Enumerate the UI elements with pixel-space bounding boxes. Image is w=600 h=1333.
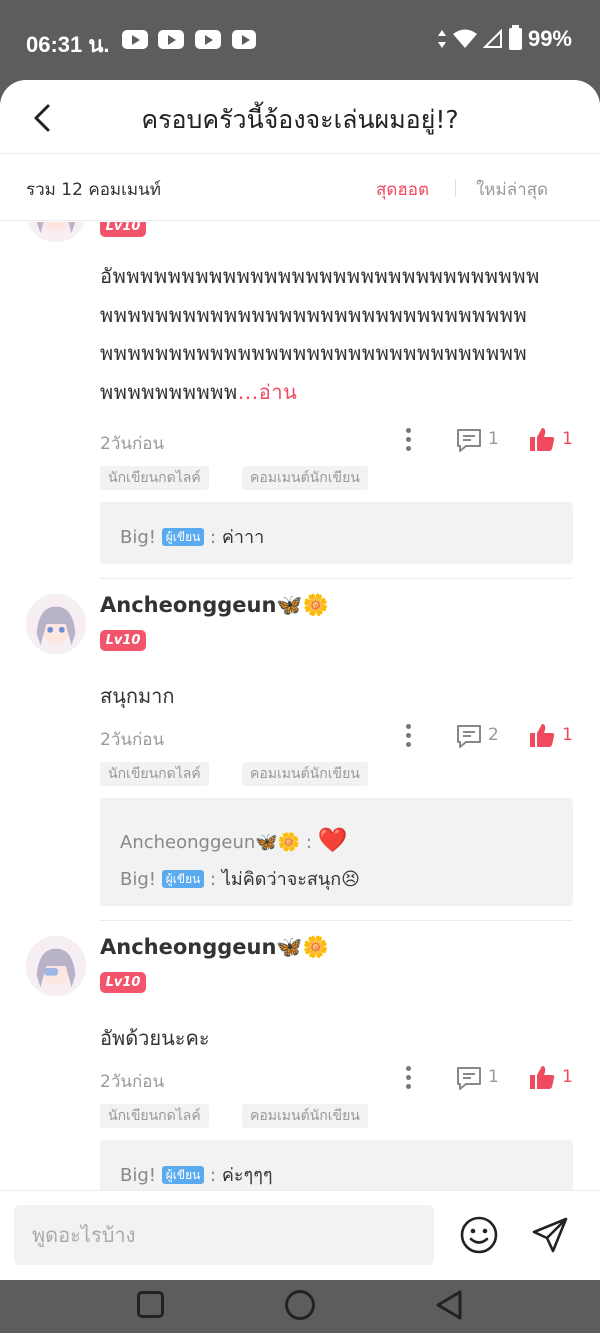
more-options-icon[interactable]: [404, 428, 412, 454]
reply-count: 2: [488, 725, 499, 745]
reply-line: Big! ผู้เขียน : ค่าาา: [120, 527, 265, 548]
like-icon[interactable]: [528, 425, 556, 453]
reply-text: ค่าาา: [221, 527, 265, 548]
username[interactable]: Ancheonggeun🦋🌼: [100, 593, 329, 618]
reply-user: Big!: [120, 1165, 156, 1186]
divider: [100, 920, 573, 921]
comment-input-bar: [0, 1190, 600, 1280]
avatar[interactable]: [26, 594, 86, 654]
reply-icon[interactable]: [455, 427, 483, 453]
comment-body: อัพพพพพพพพพพพพพพพพพพพพพพพพพพพพพพพพพพพพพพ…: [100, 264, 540, 404]
reply-box[interactable]: Ancheonggeun🦋🌼 : ❤️ Big! ผู้เขียน : ไม่ค…: [100, 798, 573, 906]
like-count: 1: [562, 429, 573, 449]
reply-count: 1: [488, 429, 499, 449]
sort-hot-tab[interactable]: สุดฮอต: [376, 176, 429, 203]
comment-count: รวม 12 คอมเมนท์: [26, 180, 161, 200]
divider: [100, 578, 573, 579]
reply-text: ❤️: [317, 826, 348, 854]
like-icon[interactable]: [528, 1063, 556, 1091]
read-more-link[interactable]: ...อ่าน: [238, 380, 298, 404]
back-arrow-icon[interactable]: [24, 98, 64, 138]
status-time: 06:31 น.: [26, 32, 110, 57]
author-liked-tag: นักเขียนกดไลค์: [100, 762, 209, 786]
sort-divider: [455, 179, 456, 197]
avatar[interactable]: [26, 222, 86, 242]
comment-input[interactable]: [14, 1205, 434, 1265]
author-badge: ผู้เขียน: [161, 528, 205, 546]
like-count: 1: [562, 725, 573, 745]
emoji-icon[interactable]: [459, 1215, 499, 1255]
comment-sort-bar: รวม 12 คอมเมนท์ สุดฮอต ใหม่ล่าสุด: [0, 155, 600, 221]
wifi-icon: [452, 29, 477, 48]
home-button[interactable]: [285, 1290, 315, 1320]
author-comment-tag: คอมเมนต์นักเขียน: [242, 1104, 368, 1128]
author-liked-tag: นักเขียนกดไลค์: [100, 466, 209, 490]
comment-time: 2วันก่อน: [100, 1072, 165, 1092]
page-title: ครอบครัวนี้จ้องจะเล่นผมอยู่!?: [141, 105, 459, 134]
sort-newest-tab[interactable]: ใหม่ล่าสุด: [476, 176, 548, 203]
system-nav-bar: [0, 1280, 600, 1333]
author-badge: ผู้เขียน: [161, 870, 205, 888]
more-options-icon[interactable]: [404, 1066, 412, 1092]
like-icon[interactable]: [528, 721, 556, 749]
battery-icon: [508, 25, 522, 50]
recent-apps-button[interactable]: [137, 1291, 164, 1318]
comment-time: 2วันก่อน: [100, 434, 165, 454]
reply-icon[interactable]: [455, 1065, 483, 1091]
avatar[interactable]: [26, 936, 86, 996]
author-liked-tag: นักเขียนกดไลค์: [100, 1104, 209, 1128]
comments-sheet: ครอบครัวนี้จ้องจะเล่นผมอยู่!? รวม 12 คอม…: [0, 80, 600, 1280]
reply-box[interactable]: Big! ผู้เขียน : ค่ะๆๆๆ: [100, 1140, 573, 1192]
header: ครอบครัวนี้จ้องจะเล่นผมอยู่!?: [0, 80, 600, 154]
reply-user: Big!: [120, 869, 156, 890]
youtube-notification-icon: [158, 30, 184, 49]
author-comment-tag: คอมเมนต์นักเขียน: [242, 466, 368, 490]
reply-line: Big! ผู้เขียน : ไม่คิดว่าจะสนุก😣: [120, 869, 360, 890]
status-bar: 06:31 น. 99%: [0, 0, 600, 80]
level-badge: Lv10: [100, 630, 146, 651]
reply-user: Ancheonggeun🦋🌼: [120, 832, 301, 853]
level-badge: Lv10: [100, 972, 146, 993]
author-badge: ผู้เขียน: [161, 1166, 205, 1184]
level-badge: Lv10: [100, 222, 146, 237]
comment-time: 2วันก่อน: [100, 730, 165, 750]
reply-text: ค่ะๆๆๆ: [221, 1165, 273, 1186]
battery-level: 99%: [527, 26, 572, 51]
reply-line: Big! ผู้เขียน : ค่ะๆๆๆ: [120, 1165, 273, 1186]
reply-icon[interactable]: [455, 723, 483, 749]
send-icon[interactable]: [530, 1215, 570, 1255]
reply-line: Ancheonggeun🦋🌼 : ❤️: [120, 826, 348, 854]
reply-count: 1: [488, 1067, 499, 1087]
youtube-notification-icon: [195, 30, 221, 49]
more-options-icon[interactable]: [404, 724, 412, 750]
comment-body: อัพด้วยนะคะ: [100, 1026, 210, 1050]
author-comment-tag: คอมเมนต์นักเขียน: [242, 762, 368, 786]
comment-text: อัพพพพพพพพพพพพพพพพพพพพพพพพพพพพพพพพพพพพพพ…: [100, 257, 540, 411]
data-arrows-icon: [437, 30, 446, 48]
comment-body: สนุกมาก: [100, 684, 175, 708]
notification-icon: [232, 30, 256, 49]
back-button[interactable]: [434, 1289, 464, 1321]
reply-user: Big!: [120, 527, 156, 548]
username[interactable]: Ancheonggeun🦋🌼: [100, 935, 329, 960]
like-count: 1: [562, 1067, 573, 1087]
reply-text: ไม่คิดว่าจะสนุก😣: [221, 869, 360, 890]
reply-box[interactable]: Big! ผู้เขียน : ค่าาา: [100, 502, 573, 564]
status-icons: 99%: [437, 25, 572, 52]
youtube-notification-icon: [122, 30, 148, 49]
signal-icon: [482, 29, 502, 48]
comment-list[interactable]: Lv10 อัพพพพพพพพพพพพพพพพพพพพพพพพพพพพพพพพพ…: [0, 222, 600, 1192]
